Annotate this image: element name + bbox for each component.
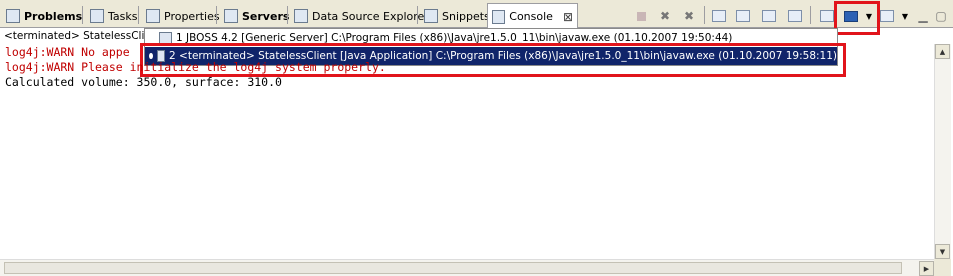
console-line: log4j:WARN Please initialize the log4j s… — [5, 60, 386, 74]
console-line: Calculated volume: 350.0, surface: 310.0 — [5, 75, 282, 89]
properties-icon — [146, 9, 160, 23]
tab-snippets[interactable]: Snippets — [420, 4, 494, 28]
remove-all-terminated-icon[interactable]: ✖ — [680, 7, 698, 25]
tab-servers[interactable]: Servers — [220, 4, 293, 28]
scroll-down-icon[interactable]: ▼ — [935, 244, 950, 259]
tasks-icon — [90, 9, 104, 23]
show-on-stdout-icon[interactable] — [760, 7, 778, 25]
view-tab-bar: Problems Tasks Properties Servers Data S… — [0, 0, 953, 29]
console-output[interactable]: log4j:WARN No appe log4j:WARN Please ini… — [0, 45, 934, 257]
toolbar-divider — [704, 6, 705, 24]
tab-data-source-explorer[interactable]: Data Source Explorer — [290, 4, 433, 28]
tab-tasks[interactable]: Tasks — [86, 4, 141, 28]
scrollbar-thumb[interactable] — [4, 262, 902, 274]
data-source-icon — [294, 9, 308, 23]
chevron-down-icon[interactable]: ▼ — [896, 7, 914, 25]
close-icon[interactable]: ⊠ — [563, 10, 573, 24]
toolbar-divider — [810, 6, 811, 24]
minimize-icon[interactable]: ▁ — [914, 7, 932, 25]
tab-problems[interactable]: Problems — [2, 4, 86, 28]
tab-console[interactable]: Console ⊠ — [487, 3, 578, 29]
tab-divider — [287, 6, 288, 24]
scroll-lock-icon[interactable] — [734, 7, 752, 25]
maximize-icon[interactable]: ▢ — [932, 7, 950, 25]
horizontal-scrollbar[interactable]: ▶ — [0, 259, 934, 276]
scroll-right-icon[interactable]: ▶ — [919, 261, 934, 276]
console-icon — [492, 9, 506, 24]
scroll-up-icon[interactable]: ▲ — [935, 44, 950, 59]
terminate-icon[interactable] — [632, 7, 650, 25]
tab-divider — [138, 6, 139, 24]
show-on-stderr-icon[interactable] — [786, 7, 804, 25]
vertical-scrollbar[interactable]: ▲ ▼ — [934, 44, 951, 259]
open-console-icon[interactable] — [878, 7, 896, 25]
tab-divider — [216, 6, 217, 24]
scrollbar-corner — [934, 259, 951, 276]
clear-console-icon[interactable] — [710, 7, 728, 25]
problems-icon — [6, 9, 20, 23]
tab-divider — [82, 6, 83, 24]
snippets-icon — [424, 9, 438, 23]
remove-launch-icon[interactable]: ✖ — [656, 7, 674, 25]
servers-icon — [224, 9, 238, 23]
tab-properties[interactable]: Properties — [142, 4, 224, 28]
console-line: log4j:WARN No appe — [5, 45, 130, 59]
tab-divider — [417, 6, 418, 24]
